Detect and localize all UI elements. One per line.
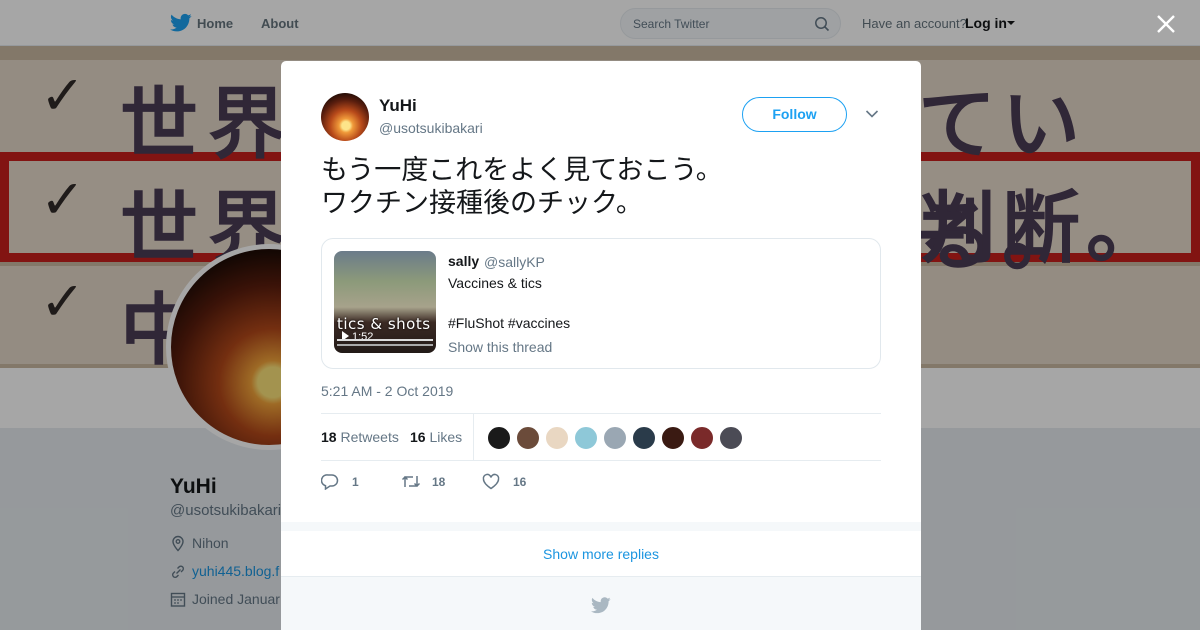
quoted-author-name: sally <box>448 253 480 269</box>
tweet-text-line: ワクチン接種後のチック。 <box>321 188 643 219</box>
liker-avatar[interactable] <box>603 426 627 450</box>
liker-avatar[interactable] <box>719 426 743 450</box>
tweet-stats: 18 Retweets 16 Likes <box>321 413 881 461</box>
video-thumbnail[interactable]: tics & shots 1:52 <box>334 251 436 353</box>
retweets-stat[interactable]: 18 Retweets <box>321 429 399 445</box>
modal-footer <box>281 577 921 630</box>
tweet-text: もう一度これをよく見ておこう。 ワクチン接種後のチック。 <box>321 154 881 220</box>
liker-avatar[interactable] <box>516 426 540 450</box>
tweet-timestamp[interactable]: 5:21 AM - 2 Oct 2019 <box>321 383 453 399</box>
like-count: 16 <box>513 475 527 489</box>
liker-avatar[interactable] <box>545 426 569 450</box>
author-handle[interactable]: @usotsukibakari <box>379 120 483 136</box>
tweet-text-line: もう一度これをよく見ておこう。 <box>321 155 723 186</box>
show-thread-link[interactable]: Show this thread <box>448 339 552 355</box>
retweets-count: 18 <box>321 429 337 445</box>
close-icon[interactable] <box>1156 14 1176 34</box>
heart-icon[interactable] <box>482 473 500 490</box>
quoted-tweet[interactable]: tics & shots 1:52 sally @sallyKP Vaccine… <box>321 238 881 369</box>
thumbnail-subtitle <box>337 339 433 341</box>
quoted-author-handle: @sallyKP <box>484 254 545 270</box>
replies-separator <box>281 522 921 531</box>
tweet-actions: 1 18 16 <box>321 471 881 493</box>
reply-icon[interactable] <box>321 473 339 490</box>
likes-count: 16 <box>410 429 426 445</box>
retweet-icon[interactable] <box>401 473 421 490</box>
reply-count: 1 <box>352 475 359 489</box>
likes-stat[interactable]: 16 Likes <box>410 429 462 445</box>
likes-label: Likes <box>429 429 463 445</box>
liker-avatar[interactable] <box>487 426 511 450</box>
quoted-hashtags: #FluShot #vaccines <box>448 315 571 331</box>
thumbnail-subtitle <box>337 344 433 346</box>
show-more-replies-link[interactable]: Show more replies <box>281 531 921 577</box>
follow-button[interactable]: Follow <box>742 97 847 132</box>
tweet-modal: YuHi @usotsukibakari Follow もう一度これをよく見てお… <box>281 61 921 630</box>
liker-avatar[interactable] <box>690 426 714 450</box>
liker-avatar[interactable] <box>574 426 598 450</box>
twitter-bird-icon <box>591 597 611 614</box>
author-avatar[interactable] <box>321 93 369 141</box>
stats-divider <box>473 414 474 461</box>
quoted-text-line: Vaccines & tics <box>448 275 542 291</box>
author-name[interactable]: YuHi <box>379 96 417 116</box>
chevron-down-icon[interactable] <box>865 109 879 119</box>
retweet-count: 18 <box>432 475 446 489</box>
retweets-label: Retweets <box>340 429 399 445</box>
liker-avatar[interactable] <box>632 426 656 450</box>
video-duration: 1:52 <box>352 331 374 343</box>
liker-avatar[interactable] <box>661 426 685 450</box>
